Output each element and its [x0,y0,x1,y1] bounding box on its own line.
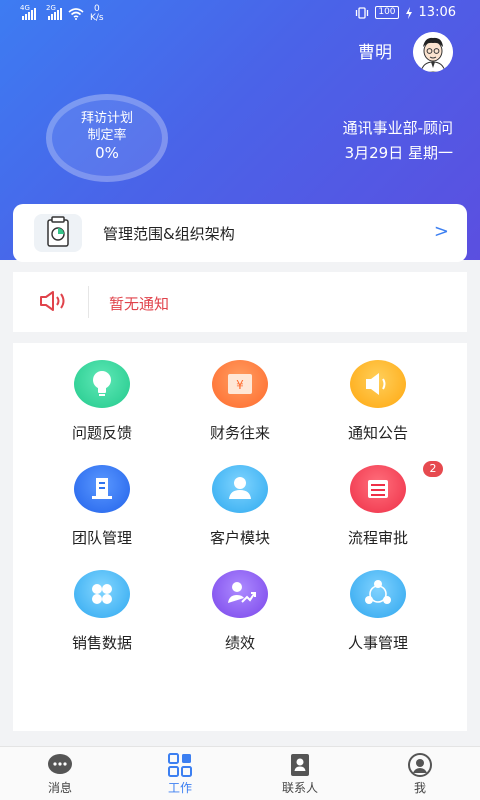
vibrate-icon [356,6,369,19]
nav-work[interactable]: 工作 [140,753,220,796]
bottom-navigation: 消息 工作 联系人 我 [0,746,480,800]
nav-label: 我 [413,781,426,795]
grid-item-finance[interactable]: ¥ 财务往来 [170,360,310,460]
management-scope-card[interactable]: 管理范围&组织架构 > [13,204,467,262]
nav-label: 工作 [167,781,192,795]
grid-label: 客户模块 [209,529,270,547]
approval-badge: 2 [423,461,443,477]
grid-label: 问题反馈 [71,424,132,442]
grid-label: 财务往来 [209,424,270,442]
network-icon [350,570,406,618]
building-icon [74,465,130,513]
contacts-icon [291,754,309,776]
avatar[interactable] [413,32,453,72]
yen-icon: ¥ [212,360,268,408]
status-bar: 4G 2G 0 K/s 100 13:06 [0,0,480,28]
grid-label: 团队管理 [71,529,132,547]
chevron-right-icon: > [433,221,449,242]
clock: 13:06 [418,5,456,20]
charging-icon [405,6,412,19]
profile-icon [408,753,432,777]
user-name[interactable]: 曹明 [358,38,392,63]
signal-icon: 2G [46,4,62,20]
divider [88,286,89,318]
visit-plan-value: 0% [95,144,119,162]
grid-label: 流程审批 [347,529,408,547]
grid-item-feedback[interactable]: 问题反馈 [32,360,172,460]
battery-icon: 100 [375,6,399,19]
person-icon [212,465,268,513]
speaker-icon [350,360,406,408]
lightbulb-icon [74,360,130,408]
management-scope-label: 管理范围&组织架构 [103,225,235,243]
grid-item-announcement[interactable]: 通知公告 [308,360,448,460]
feature-grid: 问题反馈 ¥ 财务往来 通知公告 团队管理 客户模块 流程审批 2 销售数据 绩… [13,343,467,731]
grid-label: 销售数据 [71,634,132,652]
sim1-type: 4G [20,4,30,12]
svg-text:¥: ¥ [236,378,244,392]
org-chart-icon [34,214,82,252]
visit-plan-label: 拜访计划 制定率 [80,111,133,143]
grid-item-approval[interactable]: 流程审批 [308,465,448,565]
nav-label: 联系人 [281,781,318,795]
grid-label: 绩效 [224,634,255,652]
visit-plan-progress[interactable]: 拜访计划 制定率 0% [46,94,168,182]
grid-item-sales[interactable]: 销售数据 [32,570,172,670]
department: 通讯事业部-顾问 [342,119,453,137]
nav-messages[interactable]: 消息 [20,753,100,796]
grid-item-customer[interactable]: 客户模块 [170,465,310,565]
avatar-icon [413,32,453,72]
list-icon [350,465,406,513]
nav-me[interactable]: 我 [380,753,460,796]
notice-text: 暂无通知 [109,295,170,313]
nav-contacts[interactable]: 联系人 [260,753,340,796]
grid-item-hr[interactable]: 人事管理 [308,570,448,670]
notice-bar[interactable]: 暂无通知 [13,272,467,332]
speaker-icon [39,290,69,316]
current-date: 3月29日 星期一 [344,144,453,162]
network-speed: 0 K/s [90,4,104,23]
sim2-type: 2G [46,4,56,12]
signal-icon: 4G [20,4,36,20]
chat-icon [48,754,72,774]
nav-label: 消息 [47,781,72,795]
grid-item-performance[interactable]: 绩效 [170,570,310,670]
circles-icon [74,570,130,618]
performance-icon [212,570,268,618]
grid-item-team[interactable]: 团队管理 [32,465,172,565]
grid-icon [168,753,192,777]
grid-label: 通知公告 [347,424,408,442]
grid-label: 人事管理 [347,634,408,652]
wifi-icon [68,8,84,20]
